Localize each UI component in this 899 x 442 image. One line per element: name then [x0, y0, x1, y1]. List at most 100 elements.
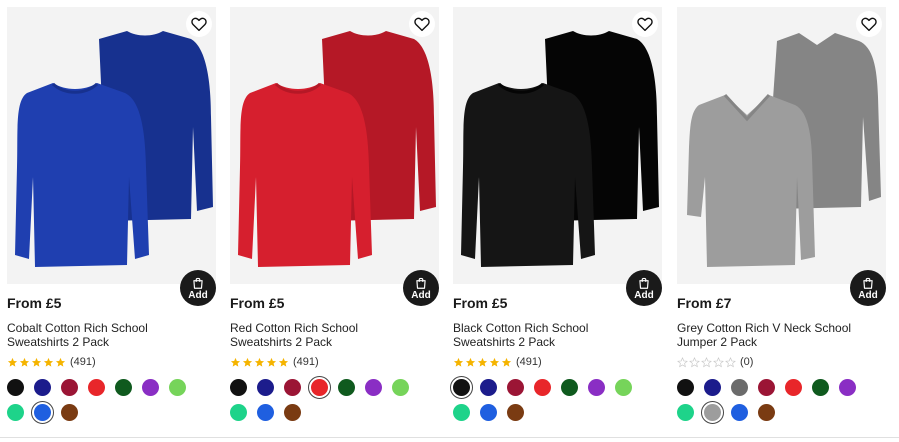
product-title[interactable]: Red Cotton Rich School Sweatshirts 2 Pac… [230, 321, 405, 349]
colour-swatch[interactable] [365, 379, 382, 396]
colour-swatch[interactable] [230, 404, 247, 421]
favourite-button[interactable] [186, 11, 212, 37]
product-image[interactable] [7, 7, 216, 284]
shopping-bag-icon [416, 277, 426, 289]
product-card[interactable]: Add From £5 Red Cotton Rich School Sweat… [230, 7, 439, 427]
product-card[interactable]: Add From £5 Black Cotton Rich School Swe… [450, 7, 662, 427]
colour-swatch[interactable] [7, 404, 24, 421]
colour-swatch[interactable] [115, 379, 132, 396]
colour-swatch[interactable] [701, 401, 724, 424]
favourite-button[interactable] [409, 11, 435, 37]
colour-swatches [677, 379, 877, 424]
colour-swatches [450, 376, 653, 421]
colour-swatch[interactable] [704, 379, 721, 396]
colour-swatch[interactable] [392, 379, 409, 396]
colour-swatch[interactable] [338, 379, 355, 396]
star-icon [725, 356, 736, 367]
product-image[interactable] [677, 7, 886, 284]
colour-swatch[interactable] [758, 404, 775, 421]
colour-swatch[interactable] [257, 379, 274, 396]
product-card[interactable]: Add From £7 Grey Cotton Rich V Neck Scho… [677, 7, 886, 427]
colour-swatch[interactable] [34, 379, 51, 396]
star-rating [453, 357, 512, 368]
colour-swatch[interactable] [731, 379, 748, 396]
colour-swatch[interactable] [169, 379, 186, 396]
product-title[interactable]: Black Cotton Rich School Sweatshirts 2 P… [453, 321, 628, 349]
colour-swatch[interactable] [61, 379, 78, 396]
colour-swatch[interactable] [677, 404, 694, 421]
star-icon [489, 357, 500, 367]
colour-swatch[interactable] [588, 379, 605, 396]
front-garment [687, 95, 815, 267]
colour-swatch[interactable] [758, 379, 775, 396]
product-rating[interactable]: (491) [453, 356, 542, 368]
add-to-bag-button[interactable]: Add [403, 270, 439, 306]
review-count: (491) [70, 356, 96, 368]
product-title[interactable]: Grey Cotton Rich V Neck School Jumper 2 … [677, 321, 852, 349]
star-icon [713, 356, 724, 367]
review-count: (0) [740, 356, 754, 368]
colour-swatch[interactable] [507, 404, 524, 421]
product-grid: Add From £5 Cobalt Cotton Rich School Sw… [0, 0, 899, 442]
product-rating[interactable]: (491) [230, 356, 319, 368]
product-image[interactable] [230, 7, 439, 284]
colour-swatch[interactable] [839, 379, 856, 396]
colour-swatch[interactable] [308, 376, 331, 399]
colour-swatch[interactable] [785, 379, 802, 396]
product-photo [238, 31, 436, 267]
colour-swatch[interactable] [731, 404, 748, 421]
product-rating[interactable]: (491) [7, 356, 96, 368]
colour-swatch[interactable] [677, 379, 694, 396]
colour-swatch[interactable] [142, 379, 159, 396]
product-title[interactable]: Cobalt Cotton Rich School Sweatshirts 2 … [7, 321, 182, 349]
colour-swatch[interactable] [284, 379, 301, 396]
colour-swatch[interactable] [31, 401, 54, 424]
colour-swatch[interactable] [450, 376, 473, 399]
shopping-bag-icon [863, 277, 873, 289]
colour-swatch[interactable] [480, 379, 497, 396]
colour-swatch[interactable] [257, 404, 274, 421]
star-rating [230, 357, 289, 368]
star-icon [242, 357, 253, 367]
colour-swatch[interactable] [453, 404, 470, 421]
colour-swatch[interactable] [507, 379, 524, 396]
colour-swatch[interactable] [230, 379, 247, 396]
front-garment [238, 83, 372, 267]
colour-swatch[interactable] [88, 379, 105, 396]
colour-swatch[interactable] [615, 379, 632, 396]
add-to-bag-button[interactable]: Add [850, 270, 886, 306]
add-label: Add [188, 290, 208, 301]
colour-swatch[interactable] [7, 379, 24, 396]
star-icon [477, 357, 488, 367]
colour-swatch[interactable] [480, 404, 497, 421]
colour-swatch[interactable] [61, 404, 78, 421]
star-icon [278, 357, 289, 367]
star-icon [7, 357, 18, 367]
heart-icon [637, 17, 653, 32]
star-icon [453, 357, 464, 367]
colour-swatch[interactable] [284, 404, 301, 421]
product-photo [687, 33, 881, 267]
add-label: Add [411, 290, 431, 301]
product-image[interactable] [453, 7, 662, 284]
heart-icon [861, 17, 877, 32]
colour-swatch[interactable] [812, 379, 829, 396]
product-rating[interactable]: (0) [677, 356, 753, 368]
colour-swatches [7, 379, 207, 424]
product-card[interactable]: Add From £5 Cobalt Cotton Rich School Sw… [7, 7, 216, 427]
star-icon [677, 356, 688, 367]
add-to-bag-button[interactable]: Add [626, 270, 662, 306]
star-rating [677, 356, 736, 368]
front-garment [461, 83, 595, 267]
product-price: From £7 [677, 295, 732, 311]
star-icon [501, 357, 512, 367]
review-count: (491) [293, 356, 319, 368]
colour-swatch[interactable] [561, 379, 578, 396]
divider [0, 437, 899, 438]
favourite-button[interactable] [632, 11, 658, 37]
add-to-bag-button[interactable]: Add [180, 270, 216, 306]
star-icon [254, 357, 265, 367]
favourite-button[interactable] [856, 11, 882, 37]
product-photo [461, 31, 659, 267]
colour-swatch[interactable] [534, 379, 551, 396]
